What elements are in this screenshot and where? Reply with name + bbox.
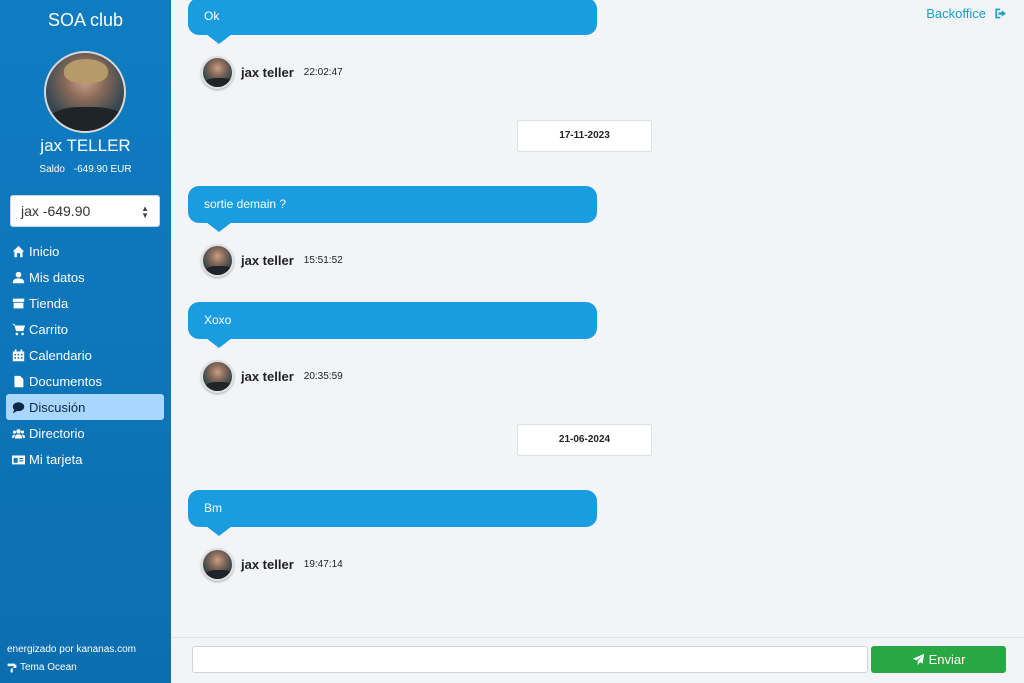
paint-roller-icon (7, 663, 17, 672)
message-text: Bm (204, 501, 222, 515)
message-bubble: Xoxo (188, 302, 597, 348)
message-text: Xoxo (204, 313, 232, 327)
message-input[interactable] (192, 646, 868, 673)
home-icon (10, 244, 26, 258)
sidebar-nav: Inicio Mis datos Tienda Carrito Calendar… (6, 238, 164, 472)
sidebar: SOA club jax TELLER Saldo -649.90 EUR ja… (0, 0, 171, 683)
sign-out-icon (995, 8, 1006, 19)
avatar (201, 55, 234, 89)
backoffice-label: Backoffice (926, 6, 986, 21)
backoffice-link[interactable]: Backoffice (926, 6, 1008, 21)
balance: Saldo -649.90 EUR (0, 164, 171, 175)
message-text: Ok (204, 9, 220, 23)
message-author: jax teller (241, 368, 294, 384)
calendar-icon (10, 348, 26, 362)
id-card-icon (10, 452, 26, 466)
sidebar-item-label: Carrito (29, 321, 69, 337)
sidebar-item-label: Documentos (29, 373, 102, 389)
profile-avatar (44, 51, 126, 133)
sidebar-item-label: Tienda (29, 295, 69, 311)
sidebar-item-label: Mi tarjeta (29, 451, 83, 467)
sidebar-item-calendario[interactable]: Calendario (6, 342, 164, 368)
avatar (201, 243, 234, 277)
message-bubble: sortie demain ? (188, 186, 597, 232)
sidebar-item-discusion[interactable]: Discusión (6, 394, 164, 420)
sort-caret-icon: ▲ ▼ (141, 204, 149, 220)
sidebar-item-tienda[interactable]: Tienda (6, 290, 164, 316)
sidebar-item-carrito[interactable]: Carrito (6, 316, 164, 342)
sidebar-item-label: Inicio (29, 243, 60, 259)
sidebar-item-inicio[interactable]: Inicio (6, 238, 164, 264)
balance-label: Saldo (39, 164, 65, 175)
message-author: jax teller (241, 556, 294, 572)
theme-label[interactable]: Tema Ocean (7, 662, 77, 673)
avatar (201, 547, 234, 581)
message-meta: jax teller 22:02:47 (201, 55, 343, 89)
message-time: 15:51:52 (303, 254, 343, 266)
message-author: jax teller (241, 64, 294, 80)
balance-value: -649.90 EUR (73, 164, 132, 175)
document-icon (10, 374, 26, 388)
message-text: sortie demain ? (204, 197, 287, 211)
club-title: SOA club (47, 10, 124, 30)
user-name: jax TELLER (40, 136, 131, 155)
send-button[interactable]: Enviar (871, 646, 1006, 673)
avatar (201, 359, 234, 393)
users-icon (10, 426, 26, 440)
message-bubble: Ok (188, 0, 597, 44)
account-select[interactable]: jax -649.90 ▲ ▼ (10, 195, 160, 227)
message-author: jax teller (241, 252, 294, 268)
cart-icon (10, 322, 26, 336)
message-bubble: Bm (188, 490, 597, 536)
account-select-value: jax -649.90 (21, 203, 91, 219)
paper-plane-icon (912, 653, 924, 666)
message-meta: jax teller 15:51:52 (201, 243, 343, 277)
theme-name: Tema Ocean (20, 662, 77, 673)
sidebar-item-mi-tarjeta[interactable]: Mi tarjeta (6, 446, 164, 472)
message-meta: jax teller 19:47:14 (201, 547, 343, 581)
date-separator: 17-11-2023 (517, 120, 652, 152)
sidebar-item-label: Discusión (29, 399, 86, 415)
sidebar-item-documentos[interactable]: Documentos (6, 368, 164, 394)
send-label: Enviar (928, 652, 966, 667)
message-time: 22:02:47 (303, 66, 343, 78)
sidebar-item-directorio[interactable]: Directorio (6, 420, 164, 446)
message-meta: jax teller 20:35:59 (201, 359, 343, 393)
sidebar-item-label: Directorio (29, 425, 85, 441)
sidebar-item-mis-datos[interactable]: Mis datos (6, 264, 164, 290)
sidebar-item-label: Calendario (29, 347, 92, 363)
message-time: 20:35:59 (303, 370, 343, 382)
powered-by: energizado por kananas.com (7, 644, 136, 655)
date-separator: 21-06-2024 (517, 424, 652, 456)
sidebar-item-label: Mis datos (29, 269, 85, 285)
user-icon (10, 270, 26, 284)
message-time: 19:47:14 (303, 558, 343, 570)
comment-icon (10, 400, 26, 414)
store-icon (10, 296, 26, 310)
